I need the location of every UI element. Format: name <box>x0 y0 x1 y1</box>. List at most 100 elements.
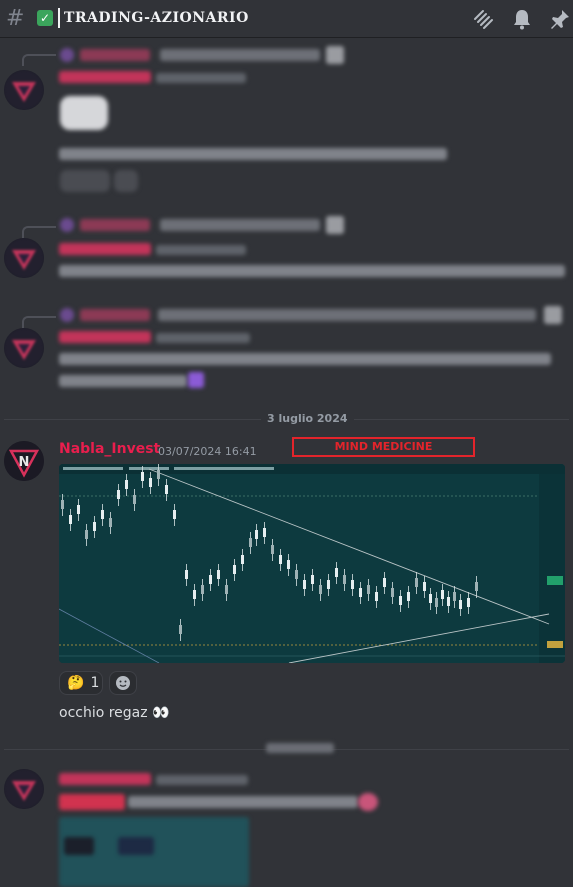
blurred-text <box>59 773 151 785</box>
avatar <box>4 328 44 368</box>
blurred-image <box>64 837 94 855</box>
reply-connector <box>22 316 56 328</box>
avatar <box>4 769 44 809</box>
candle-body <box>141 472 144 481</box>
channel-header: # ✓ TRADING-AZIONARIO <box>0 0 573 38</box>
reaction-emoji-button[interactable]: 🤔 1 <box>59 671 103 695</box>
annotation-label: MIND MEDICINE <box>292 437 475 457</box>
candle-body <box>391 588 394 597</box>
thinking-face-icon: 🤔 <box>67 675 85 691</box>
blurred-emoji <box>326 46 344 64</box>
candle-body <box>303 580 306 589</box>
candle-body <box>295 570 298 579</box>
candle-body <box>149 478 152 487</box>
blurred-text <box>59 265 565 277</box>
candle-body <box>173 510 176 519</box>
candle-body <box>287 560 290 569</box>
candle-body <box>367 585 370 594</box>
blurred-text <box>59 243 151 255</box>
blurred-date-label <box>266 743 334 753</box>
candle-body <box>209 575 212 584</box>
candle-body <box>233 565 236 574</box>
blurred-text <box>80 49 150 61</box>
candle-body <box>133 495 136 504</box>
candle-body <box>249 538 252 547</box>
blurred-emoji <box>60 96 108 130</box>
candle-body <box>241 555 244 564</box>
reply-avatar <box>60 308 74 322</box>
reply-connector <box>22 226 56 238</box>
blurred-text <box>160 219 320 231</box>
candle-body <box>101 510 104 519</box>
blurred-emoji <box>544 306 562 324</box>
candle-body <box>185 570 188 579</box>
candle-body <box>423 582 426 591</box>
blurred-text <box>80 309 150 321</box>
blurred-emoji <box>358 793 378 811</box>
avatar <box>4 238 44 278</box>
candle-body <box>343 575 346 584</box>
blurred-text <box>59 353 551 365</box>
blurred-text <box>59 331 151 343</box>
candle-body <box>201 585 204 594</box>
candle-body <box>429 594 432 603</box>
avatar <box>4 70 44 110</box>
candle-body <box>453 592 456 601</box>
date-divider-label: 3 luglio 2024 <box>261 412 354 425</box>
candle-body <box>217 570 220 579</box>
blurred-message <box>0 38 573 198</box>
candle-body <box>407 592 410 601</box>
message-author[interactable]: Nabla_Invest <box>59 441 160 457</box>
candle-body <box>77 505 80 514</box>
blurred-text <box>158 309 536 321</box>
candle-body <box>467 598 470 607</box>
blurred-reaction <box>114 170 138 192</box>
candle-body <box>475 582 478 591</box>
message-text: occhio regaz 👀 <box>59 705 170 721</box>
candle-body <box>109 518 112 527</box>
threads-icon[interactable] <box>471 7 495 31</box>
candle-body <box>335 568 338 577</box>
blurred-text <box>156 775 248 785</box>
message-timestamp: 03/07/2024 16:41 <box>158 445 257 458</box>
chart-image-attachment[interactable] <box>59 464 565 663</box>
reply-avatar <box>60 218 74 232</box>
candle-body <box>375 592 378 601</box>
blurred-text <box>156 73 246 83</box>
blurred-text <box>128 796 358 808</box>
blurred-message <box>0 765 573 887</box>
candle-body <box>165 485 168 494</box>
svg-text:N: N <box>19 455 30 470</box>
candle-body <box>359 588 362 597</box>
add-reaction-icon <box>116 676 130 690</box>
blurred-text <box>59 148 447 160</box>
add-reaction-button[interactable] <box>109 671 137 695</box>
blurred-text <box>156 333 250 343</box>
candle-body <box>255 530 258 539</box>
candle-body <box>93 522 96 531</box>
channel-emoji-icon: ✓ <box>37 10 53 26</box>
notification-bell-icon[interactable] <box>510 7 534 31</box>
avatar[interactable]: N <box>4 441 44 481</box>
candle-body <box>271 545 274 554</box>
candle-body <box>383 578 386 587</box>
blurred-message <box>0 300 573 400</box>
reply-connector <box>22 54 56 66</box>
candle-body <box>459 600 462 609</box>
candle-body <box>415 578 418 587</box>
blurred-emoji <box>326 216 344 234</box>
candle-body <box>327 580 330 589</box>
candle-body <box>157 470 160 479</box>
candle-body <box>225 585 228 594</box>
candle-body <box>351 580 354 589</box>
pin-icon[interactable] <box>548 7 572 31</box>
channel-separator <box>58 8 60 28</box>
hash-icon: # <box>6 6 25 31</box>
blurred-text <box>59 71 151 83</box>
candle-body <box>435 598 438 607</box>
blurred-emoji <box>188 372 204 388</box>
candle-body <box>263 528 266 537</box>
candle-body <box>117 490 120 499</box>
candle-body <box>319 585 322 594</box>
channel-name: TRADING-AZIONARIO <box>64 10 249 26</box>
